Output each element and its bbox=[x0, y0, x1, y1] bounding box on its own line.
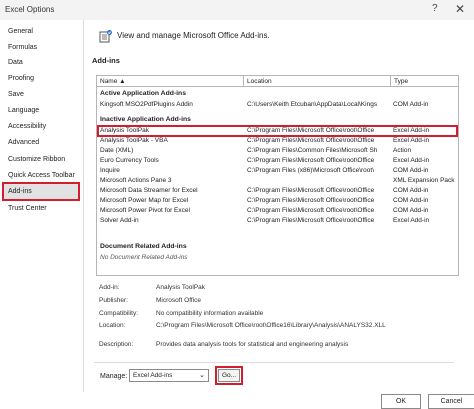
manage-label: Manage: bbox=[100, 373, 128, 380]
sidebar-item-trust-center[interactable]: Trust Center bbox=[2, 201, 80, 216]
cancel-button[interactable]: Cancel bbox=[428, 394, 474, 409]
addins-list[interactable]: Name ▲ Location Type Active Application … bbox=[96, 75, 459, 276]
table-row[interactable]: Kingsoft MSO2PdfPlugins Addin C:\Users\K… bbox=[97, 100, 458, 110]
main-panel: View and manage Microsoft Office Add-ins… bbox=[84, 20, 474, 409]
addins-icon bbox=[99, 30, 112, 43]
help-icon[interactable]: ? bbox=[432, 3, 438, 14]
cell-name: Inquire bbox=[100, 167, 120, 174]
chevron-down-icon: ⌄ bbox=[199, 372, 205, 379]
cell-location: C:\Program Files\Microsoft Office\root\O… bbox=[247, 197, 375, 204]
table-row[interactable] bbox=[97, 226, 458, 236]
column-header-name[interactable]: Name ▲ bbox=[97, 76, 244, 87]
group-title-active: Active Application Add-ins bbox=[100, 90, 186, 97]
cell-type: COM Add-in bbox=[393, 167, 429, 174]
table-row[interactable]: Inquire C:\Program Files (x86)\Microsoft… bbox=[97, 166, 458, 176]
cell-type: COM Add-in bbox=[393, 197, 429, 204]
list-item-empty: No Document Related Add-ins bbox=[97, 253, 458, 263]
cell-type: COM Add-in bbox=[393, 207, 429, 214]
manage-select[interactable]: Excel Add-ins ⌄ bbox=[129, 369, 209, 382]
go-highlight-box bbox=[215, 366, 243, 385]
section-title-add-ins: Add-ins bbox=[92, 56, 120, 65]
cell-location: C:\Program Files\Common Files\Microsoft … bbox=[247, 147, 378, 154]
sidebar: General Formulas Data Proofing Save Lang… bbox=[0, 20, 84, 392]
cell-location: C:\Program Files\Microsoft Office\root\O… bbox=[247, 217, 375, 224]
sidebar-item-formulas[interactable]: Formulas bbox=[2, 40, 80, 55]
cell-type: COM Add-in bbox=[393, 187, 429, 194]
sidebar-item-accessibility[interactable]: Accessibility bbox=[2, 119, 80, 134]
cell-type: Excel Add-in bbox=[393, 157, 430, 164]
cell-type: Action bbox=[393, 147, 412, 154]
detail-value-publisher: Microsoft Office bbox=[156, 297, 202, 304]
sidebar-item-general[interactable]: General bbox=[2, 24, 80, 39]
addins-highlight-box bbox=[2, 182, 80, 201]
sidebar-item-data[interactable]: Data bbox=[2, 55, 80, 70]
cell-name: Kingsoft MSO2PdfPlugins Addin bbox=[100, 101, 193, 108]
table-row[interactable]: Solver Add-in C:\Program Files\Microsoft… bbox=[97, 216, 458, 226]
group-title-inactive: Inactive Application Add-ins bbox=[100, 116, 191, 123]
cell-name: Solver Add-in bbox=[100, 217, 139, 224]
table-row[interactable]: Microsoft Actions Pane 3 XML Expansion P… bbox=[97, 176, 458, 186]
cell-type: Excel Add-in bbox=[393, 137, 430, 144]
detail-label-description: Description: bbox=[99, 341, 134, 348]
title-bar: Excel Options ? ✕ bbox=[0, 0, 474, 20]
detail-label-compatibility: Compatibility: bbox=[99, 310, 139, 317]
sidebar-item-advanced[interactable]: Advanced bbox=[2, 135, 80, 150]
table-row[interactable]: Microsoft Power Map for Excel C:\Program… bbox=[97, 196, 458, 206]
cell-name: Euro Currency Tools bbox=[100, 157, 159, 164]
cell-location: C:\Program Files\Microsoft Office\root\O… bbox=[247, 157, 375, 164]
table-row[interactable]: Microsoft Data Streamer for Excel C:\Pro… bbox=[97, 186, 458, 196]
divider bbox=[94, 362, 454, 363]
detail-label-addin: Add-in: bbox=[99, 284, 120, 291]
table-row[interactable]: Analysis ToolPak - VBA C:\Program Files\… bbox=[97, 136, 458, 146]
sidebar-item-quick-access-toolbar[interactable]: Quick Access Toolbar bbox=[2, 168, 80, 183]
cell-name: Microsoft Data Streamer for Excel bbox=[100, 187, 198, 194]
table-row[interactable]: Microsoft Power Pivot for Excel C:\Progr… bbox=[97, 206, 458, 216]
detail-value-addin: Analysis ToolPak bbox=[156, 284, 206, 291]
cell-location: C:\Program Files\Microsoft Office\root\O… bbox=[247, 137, 375, 144]
empty-message: No Document Related Add-ins bbox=[100, 254, 188, 261]
table-row[interactable]: Date (XML) C:\Program Files\Common Files… bbox=[97, 146, 458, 156]
cell-location: C:\Program Files\Microsoft Office\root\O… bbox=[247, 207, 375, 214]
cell-location: C:\Program Files (x86)\Microsoft Office\… bbox=[247, 167, 375, 174]
manage-select-value: Excel Add-ins bbox=[133, 372, 173, 379]
cell-location: C:\Program Files\Microsoft Office\root\O… bbox=[247, 187, 375, 194]
sidebar-item-language[interactable]: Language bbox=[2, 103, 80, 118]
detail-label-location: Location: bbox=[99, 322, 126, 329]
column-header-type[interactable]: Type bbox=[391, 76, 458, 87]
group-title-document: Document Related Add-ins bbox=[100, 243, 187, 250]
cell-name: Analysis ToolPak - VBA bbox=[100, 137, 168, 144]
cell-type: COM Add-in bbox=[393, 101, 429, 108]
sidebar-item-save[interactable]: Save bbox=[2, 87, 80, 102]
sidebar-item-proofing[interactable]: Proofing bbox=[2, 71, 80, 86]
detail-label-publisher: Publisher: bbox=[99, 297, 128, 304]
sidebar-item-customize-ribbon[interactable]: Customize Ribbon bbox=[2, 152, 80, 167]
detail-value-description: Provides data analysis tools for statist… bbox=[156, 341, 349, 348]
page-heading: View and manage Microsoft Office Add-ins… bbox=[117, 31, 270, 40]
cell-location: C:\Users\Keith Etcuban\AppData\Local\Kin… bbox=[247, 101, 378, 108]
cell-type: Excel Add-in bbox=[393, 217, 430, 224]
ok-button[interactable]: OK bbox=[381, 394, 421, 409]
cell-type: XML Expansion Pack bbox=[393, 177, 455, 184]
cell-name: Microsoft Actions Pane 3 bbox=[100, 177, 172, 184]
column-header-location[interactable]: Location bbox=[244, 76, 391, 87]
cell-name: Microsoft Power Map for Excel bbox=[100, 197, 189, 204]
detail-value-compatibility: No compatibility information available bbox=[156, 310, 264, 317]
close-icon[interactable]: ✕ bbox=[455, 2, 465, 16]
window-title: Excel Options bbox=[5, 5, 55, 14]
table-row[interactable]: Euro Currency Tools C:\Program Files\Mic… bbox=[97, 156, 458, 166]
detail-value-location: C:\Program Files\Microsoft Office\root\O… bbox=[156, 322, 386, 329]
cell-name: Date (XML) bbox=[100, 147, 134, 154]
cell-name: Microsoft Power Pivot for Excel bbox=[100, 207, 190, 214]
